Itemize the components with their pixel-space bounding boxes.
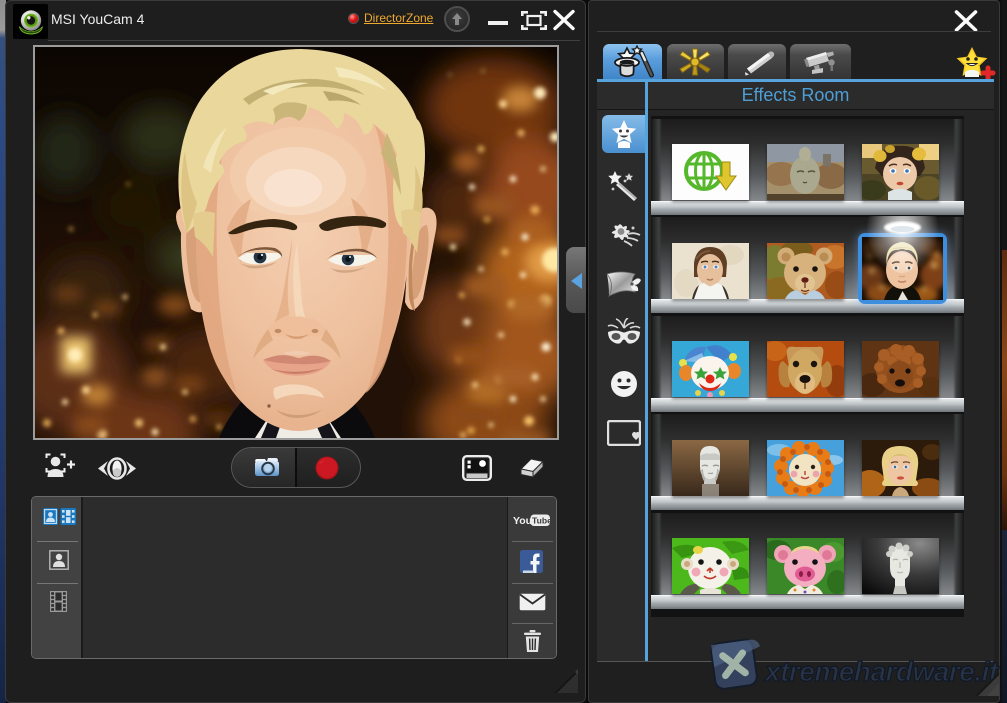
svg-text:Tube: Tube: [532, 516, 550, 526]
svg-text:You: You: [513, 515, 532, 527]
svg-text:xtremehardware.it: xtremehardware.it: [763, 656, 1000, 687]
